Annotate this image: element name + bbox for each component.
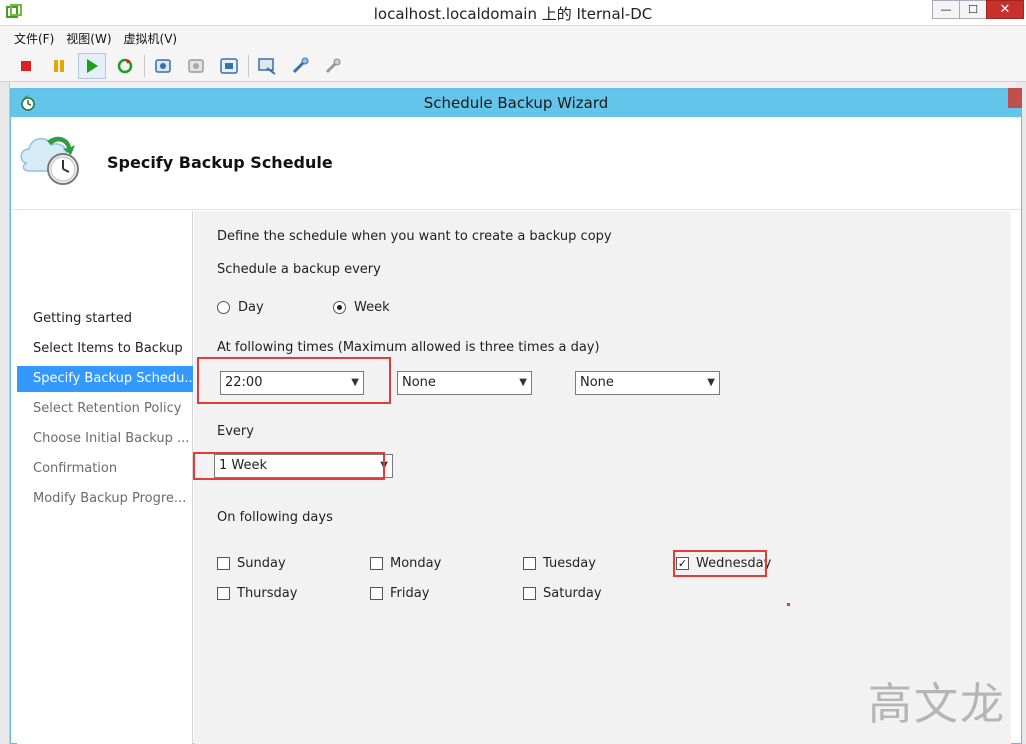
checkbox-monday[interactable]: Monday [370,556,441,571]
time-select-3-value: None [580,375,614,390]
schedule-backup-wizard: Schedule Backup Wizard Specify Backup Sc… [10,88,1022,744]
host-title-bar: localhost.localdomain 上的 Iternal-DC — ☐ … [0,0,1026,26]
console-button[interactable] [253,53,281,79]
stop-icon [21,60,31,71]
checkbox-tuesday-box [523,557,536,570]
snapshot-icon [155,58,171,73]
wizard-title: Schedule Backup Wizard [423,94,609,112]
checkbox-friday-label: Friday [390,586,430,601]
step-retention-policy: Select Retention Policy [33,401,182,416]
schedule-label: Schedule a backup every [217,262,381,277]
manage-snapshot-button[interactable] [215,53,243,79]
host-window-title: localhost.localdomain 上的 Iternal-DC [373,5,653,23]
radio-day-label: Day [238,300,264,315]
highlight-every [193,452,385,480]
console-icon [258,57,276,75]
step-select-items[interactable]: Select Items to Backup [17,336,193,362]
highlight-time [197,357,391,404]
checkbox-saturday[interactable]: Saturday [523,586,602,601]
radio-day[interactable]: Day [217,300,264,315]
checkbox-monday-box [370,557,383,570]
time-select-3[interactable]: None ▼ [575,371,720,395]
checkbox-tuesday[interactable]: Tuesday [523,556,596,571]
wizard-steps-nav: Getting started Select Items to Backup S… [17,211,193,744]
checkbox-friday[interactable]: Friday [370,586,429,601]
chevron-down-icon: ▼ [707,377,715,388]
vm-console-border-left [0,82,10,744]
menu-view[interactable]: 视图(W) [66,30,111,47]
menu-bar: 文件(F) 视图(W) 虚拟机(V) [0,26,1026,50]
reset-icon [117,58,133,73]
maximize-button[interactable]: ☐ [959,0,987,19]
time-select-2[interactable]: None ▼ [397,371,532,395]
stop-button[interactable] [12,53,40,79]
author-watermark: 高文龙 [868,679,1006,730]
tools-button[interactable] [319,53,347,79]
toolbar-separator [144,54,145,77]
checkbox-saturday-box [523,587,536,600]
minimize-button[interactable]: — [932,0,960,19]
checkbox-monday-label: Monday [390,556,442,571]
checkbox-sunday[interactable]: Sunday [217,556,286,571]
window-controls: — ☐ ✕ [932,0,1024,20]
checkbox-tuesday-label: Tuesday [543,556,596,571]
step-specify-schedule[interactable]: Specify Backup Schedu... [17,366,193,392]
schedule-form: Define the schedule when you want to cre… [193,211,1011,744]
time-select-2-value: None [402,375,436,390]
tools-icon [325,58,341,73]
backup-schedule-icon [20,136,79,185]
step-initial-backup: Choose Initial Backup ... [33,431,190,446]
vm-toolbar [0,50,1026,82]
checkbox-thursday[interactable]: Thursday [217,586,297,601]
radio-week-indicator [333,301,346,314]
reset-button[interactable] [111,53,139,79]
checkbox-sunday-label: Sunday [237,556,286,571]
days-label: On following days [217,510,333,525]
checkbox-saturday-label: Saturday [543,586,602,601]
chevron-down-icon: ▼ [519,377,527,388]
red-marker-dot [787,603,790,606]
scrollbar-marker [1008,88,1022,108]
wizard-page-title: Specify Backup Schedule [107,153,333,172]
settings-button[interactable] [286,53,314,79]
wizard-title-bar: Schedule Backup Wizard [11,89,1021,117]
checkbox-thursday-label: Thursday [237,586,298,601]
manage-snapshot-icon [220,57,238,74]
intro-text: Define the schedule when you want to cre… [217,229,612,244]
revert-snapshot-icon [188,58,204,73]
radio-day-indicator [217,301,230,314]
menu-vm[interactable]: 虚拟机(V) [124,30,178,47]
play-button[interactable] [78,52,106,79]
play-icon [87,58,98,73]
menu-file[interactable]: 文件(F) [14,30,54,47]
every-label: Every [217,424,254,439]
step-getting-started[interactable]: Getting started [17,306,193,332]
checkbox-friday-box [370,587,383,600]
pause-icon [54,59,64,72]
step-confirmation: Confirmation [33,461,118,476]
settings-icon [292,57,309,73]
pause-button[interactable] [45,53,73,79]
step-modify-progress: Modify Backup Progre... [33,491,187,506]
radio-week[interactable]: Week [333,300,390,315]
checkbox-thursday-box [217,587,230,600]
times-label: At following times (Maximum allowed is t… [217,340,600,355]
revert-snapshot-button[interactable] [182,53,210,79]
toolbar-separator [248,54,249,77]
wizard-header: Specify Backup Schedule [11,117,1021,210]
snapshot-button[interactable] [149,53,177,79]
highlight-wednesday [673,550,767,577]
close-button[interactable]: ✕ [986,0,1024,19]
radio-week-label: Week [354,300,390,315]
checkbox-sunday-box [217,557,230,570]
